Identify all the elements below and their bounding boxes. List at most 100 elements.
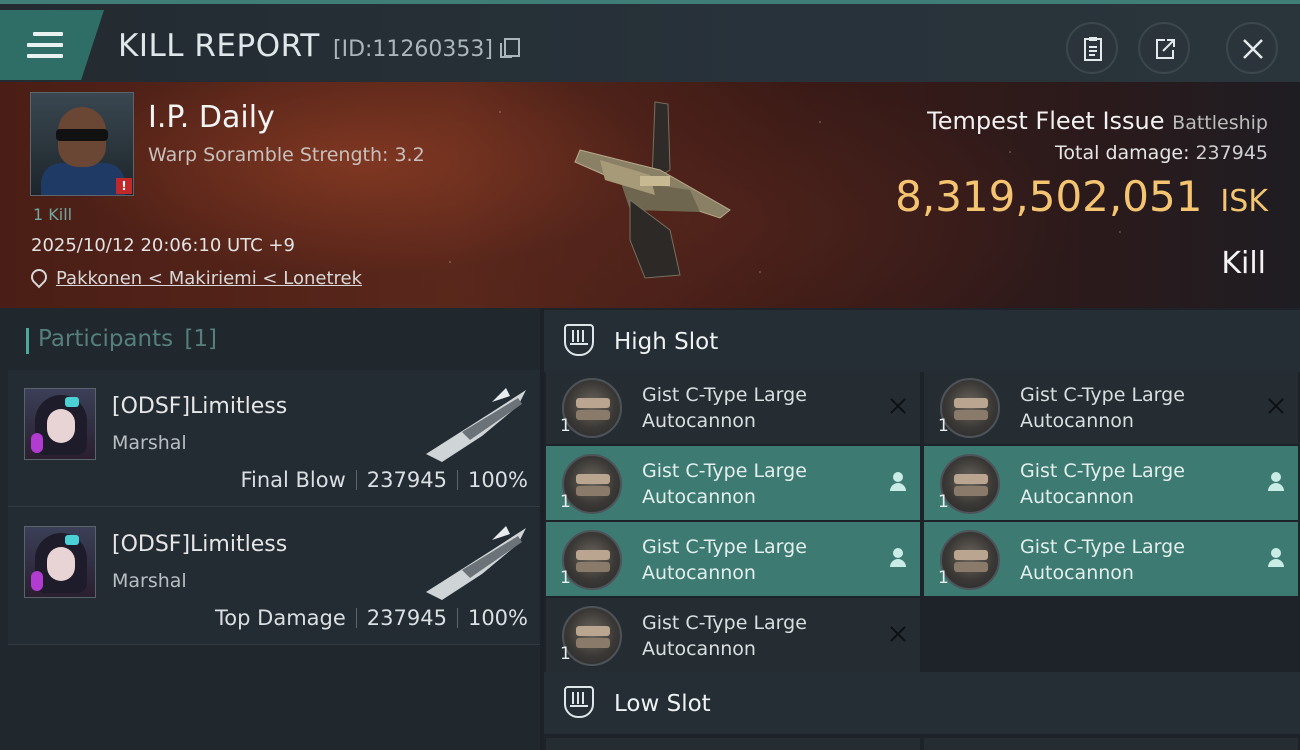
- module-slot[interactable]: 1 Gist C-Type Large Autocannon: [546, 370, 920, 444]
- module-quantity: 1: [560, 644, 571, 664]
- copy-icon[interactable]: [499, 38, 520, 58]
- total-damage-label: Total damage:: [1055, 142, 1190, 164]
- participants-panel: Participants [1] [ODSF]Limitless Marshal…: [0, 308, 540, 750]
- module-quantity: 1: [560, 492, 571, 512]
- menu-button[interactable]: [0, 10, 104, 80]
- module-slot[interactable]: 1 Gist C-Type Large Autocannon: [546, 522, 920, 596]
- dropped-pilot-icon: [1266, 472, 1286, 492]
- module-slot[interactable]: 1 Gist C-Type Large Autocannon: [924, 522, 1298, 596]
- participant-avatar[interactable]: [24, 526, 96, 598]
- module-slot[interactable]: 1 Gist C-Type Large Autocannon: [546, 446, 920, 520]
- page-title: KILL REPORT: [118, 28, 320, 64]
- participant-ship-image: [426, 526, 526, 600]
- destroyed-x-icon: [1266, 396, 1286, 416]
- victim-portrait[interactable]: [30, 92, 134, 196]
- module-slot-partial[interactable]: [546, 738, 920, 750]
- high-slot-title: High Slot: [614, 329, 719, 355]
- dropped-pilot-icon: [888, 472, 908, 492]
- module-name: Gist C-Type Large Autocannon: [1020, 460, 1185, 508]
- module-slot[interactable]: 1 Gist C-Type Large Autocannon: [924, 370, 1298, 444]
- ship-name[interactable]: Tempest Fleet Issue: [927, 107, 1164, 135]
- share-icon: [1156, 39, 1175, 59]
- module-quantity: 1: [938, 492, 949, 512]
- kill-datetime: 2025/10/12 20:06:10 UTC +9: [31, 235, 295, 256]
- low-slot-title: Low Slot: [614, 691, 711, 717]
- victim-pilot-name[interactable]: I.P. Daily: [148, 100, 275, 135]
- report-id-text: [ID:11260353]: [333, 37, 493, 62]
- participant-name: [ODSF]Limitless: [112, 532, 288, 557]
- hamburger-icon: [27, 32, 63, 65]
- close-button[interactable]: [1226, 22, 1278, 74]
- total-damage-value: 237945: [1195, 142, 1268, 164]
- destroyed-x-icon: [888, 396, 908, 416]
- participant-role: Final Blow: [240, 468, 346, 492]
- participant-rank: Marshal: [112, 570, 187, 592]
- high-slot-icon: [564, 324, 594, 356]
- participants-count: [1]: [184, 326, 218, 352]
- alert-icon: !: [116, 178, 132, 194]
- location-link[interactable]: Pakkonen < Makiriemi < Lonetrek: [56, 268, 362, 289]
- report-id: [ID:11260353]: [333, 37, 520, 62]
- location-pin-icon: [27, 265, 51, 289]
- victim-summary: ! I.P. Daily Warp Soramble Strength: 3.2…: [0, 82, 1300, 308]
- autocannon-icon: [562, 454, 622, 514]
- module-name: Gist C-Type Large Autocannon: [642, 460, 807, 508]
- victim-ship-image[interactable]: [560, 100, 750, 290]
- participant-percent: 100%: [467, 468, 528, 492]
- module-quantity: 1: [938, 416, 949, 436]
- participants-label: Participants: [38, 326, 174, 352]
- ship-name-line: Tempest Fleet Issue Battleship: [927, 107, 1268, 135]
- dropped-pilot-icon: [1266, 548, 1286, 568]
- module-name: Gist C-Type Large Autocannon: [1020, 384, 1185, 432]
- participant-avatar[interactable]: [24, 388, 96, 460]
- kill-count-tag: 1 Kill: [33, 205, 73, 224]
- autocannon-icon: [562, 606, 622, 666]
- close-icon: [1243, 39, 1263, 59]
- module-name: Gist C-Type Large Autocannon: [642, 536, 807, 584]
- destroyed-x-icon: [888, 624, 908, 644]
- clipboard-icon: [1084, 37, 1102, 61]
- high-slot-header: High Slot: [544, 310, 1300, 372]
- total-damage: Total damage: 237945: [1055, 142, 1268, 164]
- module-slot[interactable]: 1 Gist C-Type Large Autocannon: [924, 446, 1298, 520]
- module-slot[interactable]: 1 Gist C-Type Large Autocannon: [546, 598, 920, 672]
- participant-stats: Top Damage 237945 100%: [215, 606, 528, 630]
- autocannon-icon: [940, 378, 1000, 438]
- module-name: Gist C-Type Large Autocannon: [642, 384, 807, 432]
- autocannon-icon: [562, 530, 622, 590]
- module-slot-partial[interactable]: [924, 738, 1298, 750]
- low-slot-icon: [564, 686, 594, 718]
- kill-location[interactable]: Pakkonen < Makiriemi < Lonetrek: [27, 265, 362, 289]
- isk-value: 8,319,502,051 ISK: [895, 172, 1268, 221]
- dropped-pilot-icon: [888, 548, 908, 568]
- module-quantity: 1: [560, 568, 571, 588]
- autocannon-icon: [562, 378, 622, 438]
- participant-stats: Final Blow 237945 100%: [240, 468, 528, 492]
- participant-percent: 100%: [467, 606, 528, 630]
- ship-class: Battleship: [1172, 112, 1268, 134]
- participant-row[interactable]: [ODSF]Limitless Marshal Top Damage 237945…: [8, 508, 540, 645]
- warp-scramble-strength: Warp Soramble Strength: 3.2: [148, 144, 425, 166]
- participant-row[interactable]: [ODSF]Limitless Marshal Final Blow 237945…: [8, 370, 540, 507]
- participant-rank: Marshal: [112, 432, 187, 454]
- participant-ship-image: [426, 388, 526, 462]
- autocannon-icon: [940, 530, 1000, 590]
- module-name: Gist C-Type Large Autocannon: [1020, 536, 1185, 584]
- clipboard-button[interactable]: [1066, 22, 1118, 74]
- share-button[interactable]: [1138, 22, 1190, 74]
- autocannon-icon: [940, 454, 1000, 514]
- isk-amount: 8,319,502,051: [895, 172, 1203, 221]
- top-bar: KILL REPORT [ID:11260353]: [0, 0, 1300, 82]
- isk-unit: ISK: [1220, 184, 1268, 219]
- participant-role: Top Damage: [215, 606, 346, 630]
- module-quantity: 1: [938, 568, 949, 588]
- participant-name: [ODSF]Limitless: [112, 394, 288, 419]
- participant-damage: 237945: [366, 606, 447, 630]
- module-name: Gist C-Type Large Autocannon: [642, 612, 807, 660]
- module-quantity: 1: [560, 416, 571, 436]
- participant-damage: 237945: [366, 468, 447, 492]
- participants-header: Participants [1]: [26, 326, 218, 354]
- fitting-panel: High Slot 1 Gist C-Type Large Autocannon…: [544, 308, 1300, 750]
- report-result: Kill: [1221, 246, 1266, 281]
- low-slot-header: Low Slot: [544, 672, 1300, 734]
